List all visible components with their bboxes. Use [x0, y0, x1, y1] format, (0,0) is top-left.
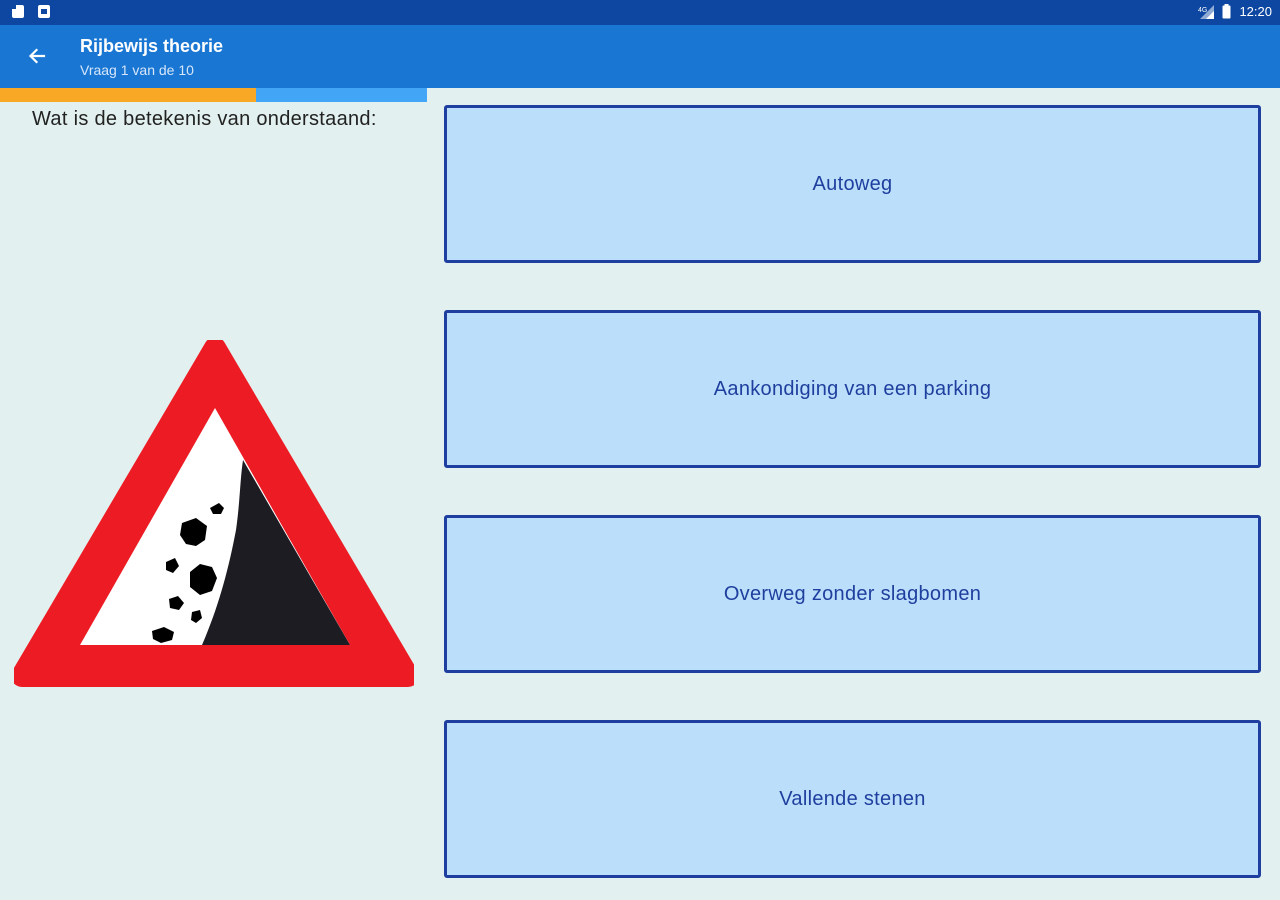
app-bar: Rijbewijs theorie Vraag 1 van de 10	[0, 25, 1280, 88]
svg-text:4G: 4G	[1198, 7, 1207, 14]
battery-icon	[1222, 4, 1231, 19]
answer-option-2[interactable]: Aankondiging van een parking	[444, 310, 1261, 468]
arrow-left-icon	[28, 48, 46, 64]
page-title: Rijbewijs theorie	[80, 36, 224, 56]
progress-bar	[0, 88, 427, 102]
status-right-icons: 4G 12:20	[1198, 4, 1272, 19]
answer-option-4[interactable]: Vallende stenen	[444, 720, 1261, 878]
progress-fill	[0, 88, 257, 102]
image-icon	[38, 5, 50, 18]
document-icon	[12, 5, 24, 18]
answer-option-3[interactable]: Overweg zonder slagbomen	[444, 515, 1261, 673]
question-text: Wat is de betekenis van onderstaand:	[32, 108, 377, 130]
signal-icon: 4G	[1198, 4, 1215, 19]
back-button[interactable]	[18, 37, 56, 75]
status-left-icons	[12, 5, 50, 18]
status-bar: 4G 12:20	[0, 0, 1280, 25]
status-time: 12:20	[1239, 4, 1272, 19]
answer-option-1[interactable]: Autoweg	[444, 105, 1261, 263]
question-counter: Vraag 1 van de 10	[80, 62, 194, 78]
falling-rocks-sign-image	[14, 340, 414, 687]
